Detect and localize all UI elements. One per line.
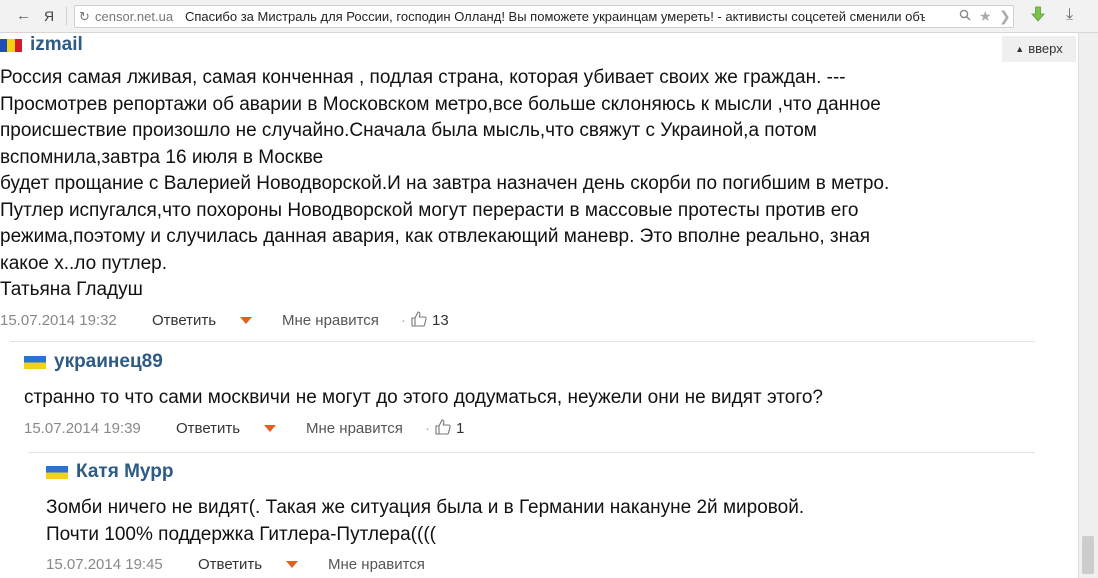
yandex-logo-icon[interactable]: Я [44,6,54,26]
page-title-in-address-bar: Спасибо за Мистраль для России, господин… [185,9,925,24]
comment-line: Россия самая лживая, самая конченная , п… [0,67,846,88]
comment-meta: 15.07.2014 19:39 Ответить Мне нравится ·… [24,416,1034,440]
moldova-flag-icon [0,39,22,52]
like-count: 13 [432,311,449,329]
star-icon[interactable]: ★ [979,6,992,27]
triangle-up-icon: ▲ [1015,44,1025,54]
comment-line: происшествие произошло не случайно.Снача… [0,120,817,141]
reply-button[interactable]: Ответить [152,312,216,329]
comment-header: Катя Мурр [46,460,1036,484]
comment-line: какое х..ло путлер. [0,252,168,274]
comment-divider [28,452,1035,453]
like-button[interactable]: Мне нравится [282,312,379,329]
download-icon[interactable]: ⤓ [1066,6,1073,24]
comment-line: Почти 100% поддержка Гитлера-Путлера(((( [46,523,436,545]
thumbs-up-icon[interactable] [410,310,428,328]
comment: izmail Россия самая лживая, самая кончен… [0,33,1000,332]
comment-line: Татьяна Гладуш [0,279,143,300]
comment-body: странно то что сами москвичи не могут до… [24,385,1034,412]
comment-reply: украинец89 странно то что сами москвичи … [24,350,1034,440]
comment-date: 15.07.2014 19:39 [24,419,141,437]
comment-author[interactable]: izmail [30,33,83,57]
comment-author[interactable]: украинец89 [54,350,163,374]
thumbs-up-icon[interactable] [434,418,452,436]
comment-line: Просмотрев репортажи об аварии в Московс… [0,93,881,115]
search-icon[interactable] [959,6,971,27]
comment-author[interactable]: Катя Мурр [76,460,173,484]
comment-line: Путлер испугался,что похороны Новодворск… [0,199,859,221]
like-button[interactable]: Мне нравится [328,556,425,573]
caret-down-icon[interactable] [240,316,252,324]
comment-meta: 15.07.2014 19:32 Ответить Мне нравится ·… [0,308,1000,332]
comment-line: режима,поэтому и случилась данная авария… [0,226,870,247]
back-arrow-icon[interactable]: ← [16,6,31,26]
comment-body: Зомби ничего не видят(. Такая же ситуаци… [46,495,1036,548]
separator-dot: · [401,311,406,329]
comment-divider [10,341,1035,342]
separator-dot: · [425,419,430,437]
caret-down-icon[interactable] [286,561,298,568]
reply-button[interactable]: Ответить [176,420,240,437]
comment-line: вспомнила,завтра 16 июля в Москве [0,146,324,168]
scrollbar-thumb[interactable] [1082,536,1094,574]
scrollbar-track[interactable] [1078,33,1098,578]
comment-line: Зомби ничего не видят(. Такая же ситуаци… [46,497,805,518]
comment-line: будет прощание с Валерией Новодворской.И… [0,173,890,194]
comment-body: Россия самая лживая, самая конченная , п… [0,65,1000,304]
toolbar-divider [66,7,67,25]
comment-date: 15.07.2014 19:32 [0,311,117,329]
like-button[interactable]: Мне нравится [306,420,403,437]
comment-reply: Катя Мурр Зомби ничего не видят(. Такая … [46,460,1036,576]
address-bar[interactable]: ↻ censor.net.ua Спасибо за Мистраль для … [74,5,1014,28]
caret-down-icon[interactable] [264,424,276,432]
ukraine-flag-icon [24,356,46,369]
like-count: 1 [456,419,465,437]
comment-date: 15.07.2014 19:45 [46,556,163,573]
comment-header: izmail [0,33,1000,57]
comment-line: странно то что сами москвичи не могут до… [24,387,823,408]
comment-header: украинец89 [24,350,1034,374]
scroll-to-top-label: вверх [1028,41,1063,56]
reply-button[interactable]: Ответить [198,556,262,573]
ukraine-flag-icon [46,466,68,479]
browser-toolbar: ← Я ↻ censor.net.ua Спасибо за Мистраль … [0,0,1098,33]
scroll-to-top-button[interactable]: ▲ вверх [1002,36,1076,62]
comment-meta: 15.07.2014 19:45 Ответить Мне нравится [46,552,1036,576]
url-host: censor.net.ua [95,9,174,24]
chevron-right-icon[interactable]: ❯ [999,6,1011,27]
extension-icon[interactable] [1030,6,1046,26]
reload-icon[interactable]: ↻ [79,6,90,27]
